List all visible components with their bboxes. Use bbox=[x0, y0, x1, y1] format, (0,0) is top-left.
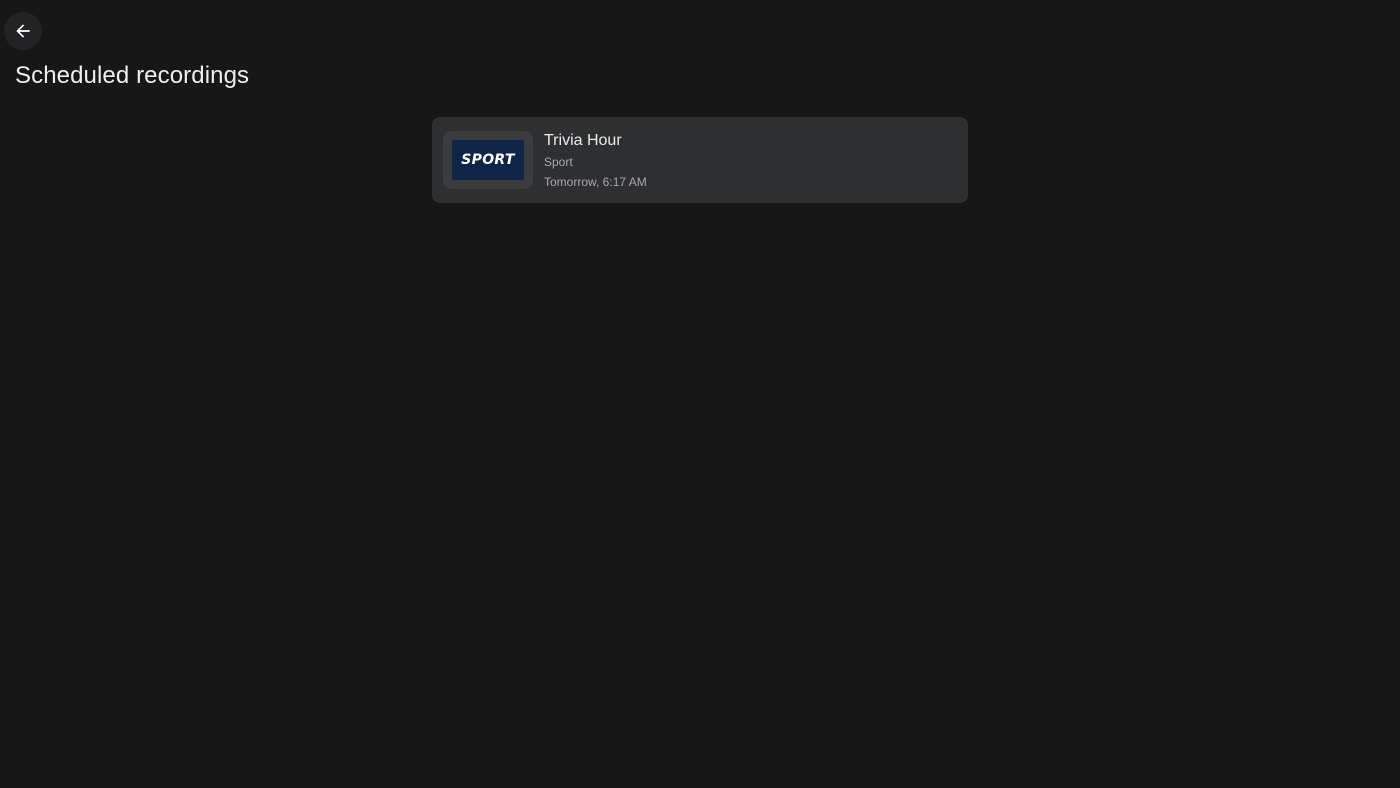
recording-title: Trivia Hour bbox=[544, 132, 622, 149]
arrow-left-icon bbox=[13, 21, 33, 41]
back-button[interactable] bbox=[4, 12, 42, 50]
recording-channel: Sport bbox=[544, 155, 573, 169]
recording-card[interactable]: SPORT Trivia Hour Sport Tomorrow, 6:17 A… bbox=[432, 117, 968, 203]
channel-logo: SPORT bbox=[452, 140, 524, 180]
recording-time: Tomorrow, 6:17 AM bbox=[544, 175, 647, 189]
channel-thumbnail: SPORT bbox=[443, 131, 533, 189]
page-title: Scheduled recordings bbox=[15, 62, 250, 89]
channel-logo-text: SPORT bbox=[461, 152, 515, 168]
recording-info: Trivia Hour Sport Tomorrow, 6:17 AM bbox=[544, 131, 647, 189]
scheduled-recordings-screen: Scheduled recordings SPORT Trivia Hour S… bbox=[0, 0, 1400, 788]
